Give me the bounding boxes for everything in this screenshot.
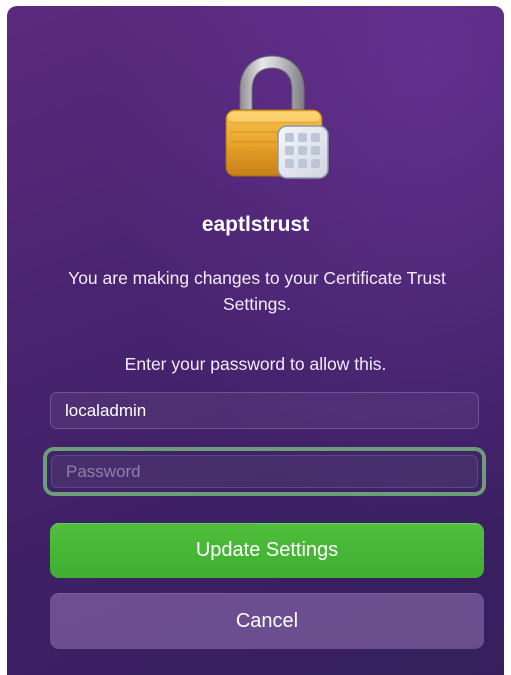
password-prompt: Enter your password to allow this. [124, 354, 387, 374]
password-focus-ring [43, 447, 486, 496]
lock-certificate-icon [225, 55, 329, 179]
update-settings-button[interactable]: Update Settings [50, 523, 484, 578]
dialog-title: eaptlstrust [201, 213, 310, 236]
cancel-label: Cancel [235, 609, 299, 632]
username-field[interactable]: localadmin [50, 392, 479, 429]
authentication-dialog: eaptlstrust You are making changes to yo… [7, 6, 504, 675]
cancel-button[interactable]: Cancel [50, 593, 484, 649]
password-field[interactable] [51, 455, 478, 488]
dialog-message: You are making changes to your Certifica… [68, 268, 446, 314]
update-settings-label: Update Settings [195, 539, 339, 561]
username-value: localadmin [65, 400, 147, 420]
